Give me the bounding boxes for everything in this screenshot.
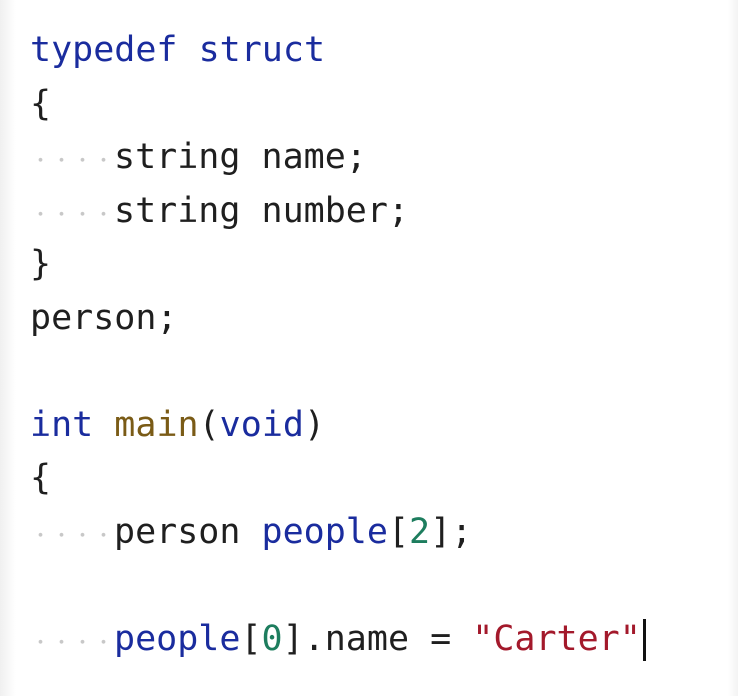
code-token-keyword: people: [114, 618, 241, 659]
code-token-keyword: typedef: [30, 30, 178, 70]
code-line-empty[interactable]: [30, 559, 646, 613]
right-edge-shadow: [728, 0, 738, 696]
left-edge-shadow: [0, 0, 16, 696]
code-token: (: [198, 404, 220, 445]
code-token: {: [30, 458, 52, 498]
code-token-number: 0: [261, 618, 283, 659]
code-line[interactable]: string name;: [30, 131, 646, 185]
code-token: person: [114, 511, 262, 552]
code-line[interactable]: }: [30, 238, 646, 292]
code-token: ].name =: [282, 618, 473, 659]
text-cursor-caret: [642, 618, 646, 661]
code-token: {: [30, 83, 52, 124]
code-token-string: "Carter": [472, 618, 641, 659]
code-line[interactable]: {: [30, 78, 646, 132]
code-token-keyword: int: [30, 404, 94, 445]
code-token-keyword: void: [219, 404, 304, 445]
code-token-function: main: [114, 404, 199, 445]
code-line-empty[interactable]: [30, 345, 646, 399]
code-token: string number;: [114, 190, 410, 231]
code-token-keyword: struct: [198, 30, 326, 70]
screenshot-frame: typedef struct { string name; string number…: [0, 0, 738, 696]
code-token: person;: [30, 297, 178, 338]
code-token: string name;: [114, 137, 367, 177]
code-token-keyword: people: [261, 511, 388, 552]
indent-whitespace-dots: [30, 184, 114, 238]
indent-whitespace-dots: [30, 612, 114, 666]
code-line[interactable]: int main(void): [30, 399, 646, 453]
code-line[interactable]: {: [30, 452, 646, 506]
code-token-number: 2: [409, 511, 431, 552]
code-line[interactable]: person people[2];: [30, 505, 646, 559]
code-token: [: [240, 618, 262, 659]
indent-whitespace-dots: [30, 131, 114, 185]
code-token: ): [303, 404, 326, 445]
code-token: }: [30, 244, 52, 284]
indent-whitespace-dots: [30, 505, 114, 559]
code-line[interactable]: typedef struct: [30, 24, 646, 78]
code-line[interactable]: string number;: [30, 184, 646, 238]
code-line[interactable]: people[0].name = "Carter": [30, 612, 646, 666]
code-line[interactable]: person;: [30, 292, 646, 346]
code-editor[interactable]: typedef struct { string name; string number…: [30, 24, 646, 666]
code-token: [: [387, 511, 410, 552]
code-token: ];: [430, 511, 473, 552]
